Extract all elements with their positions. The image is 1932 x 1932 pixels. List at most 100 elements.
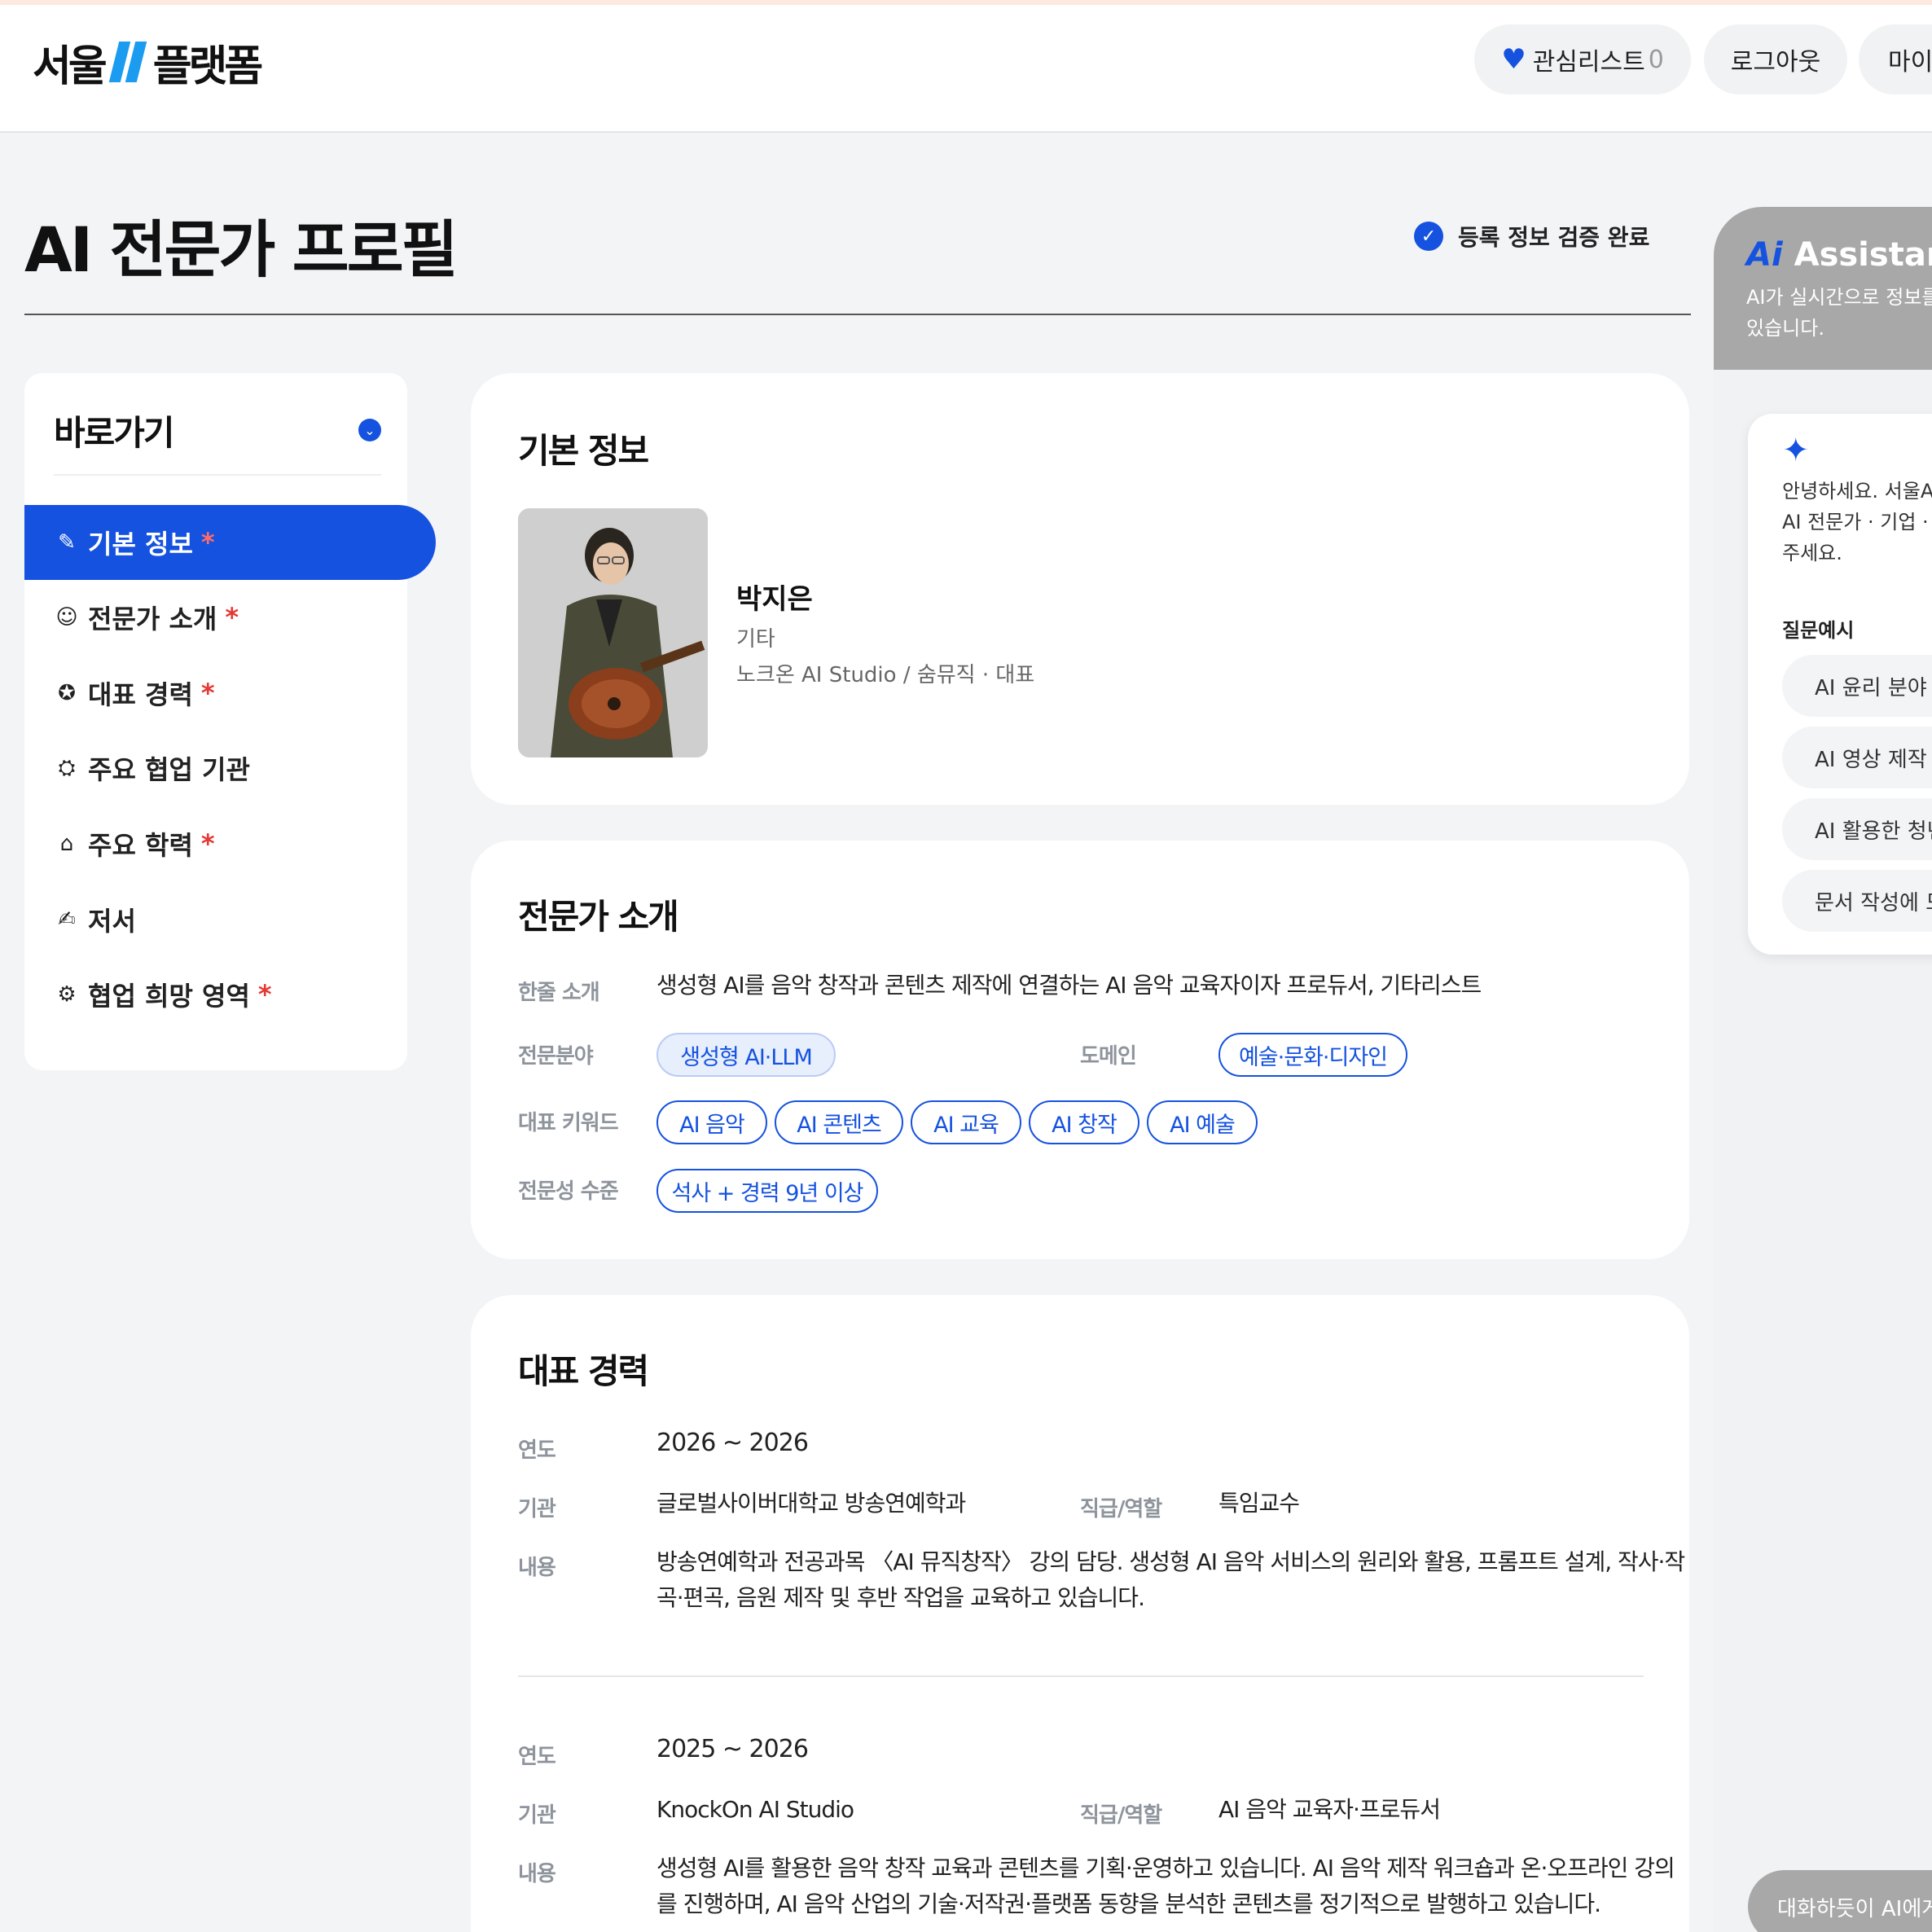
shortcut-item-label: 주요 학력: [88, 830, 193, 861]
logout-button[interactable]: 로그아웃: [1704, 24, 1847, 94]
example-question-button[interactable]: AI 영상 제작 솔: [1782, 727, 1932, 788]
sparkle-icon: ✦: [1782, 432, 1810, 469]
expert-intro-card: 전문가 소개 한줄 소개 생성형 AI를 음악 창작과 콘텐츠 제작에 연결하는…: [471, 841, 1689, 1259]
verified-status: ✓ 등록 정보 검증 완료: [1414, 220, 1649, 252]
content-label: 내용: [518, 1556, 556, 1580]
assistant-greeting: 안녕하세요. 서울AI AI 전문가 · 기업 · 정 주세요.: [1782, 476, 1932, 569]
mypage-button[interactable]: 마이: [1859, 24, 1932, 94]
assistant-title-rest: Assistant: [1794, 236, 1932, 274]
expert-category: 기타: [736, 627, 775, 652]
career-org: KnockOn AI Studio: [656, 1796, 854, 1823]
expert-name: 박지은: [736, 583, 813, 616]
shortcut-item-label: 협업 희망 영역: [88, 981, 250, 1012]
domain-label: 도메인: [1080, 1044, 1137, 1069]
content-label: 내용: [518, 1862, 556, 1886]
assistant-description-line: AI가 실시간으로 정보를: [1746, 286, 1932, 309]
assistant-title: Ai Assistant: [1746, 236, 1932, 274]
assistant-message-card: ✦ 안녕하세요. 서울AI AI 전문가 · 기업 · 정 주세요. 질문예시 …: [1748, 414, 1932, 955]
required-mark: *: [200, 527, 215, 558]
career-org: 글로벌사이버대학교 방송연예학과: [656, 1490, 966, 1517]
keyword-chip: AI 교육: [911, 1100, 1021, 1144]
shortcut-item-partners[interactable]: ⛭ 주요 협업 기관: [24, 731, 407, 806]
required-mark: *: [225, 602, 239, 633]
expertise-level-label: 전문성 수준: [518, 1179, 619, 1204]
career-card: 대표 경력 연도 2026 ~ 2026 기관 글로벌사이버대학교 방송연예학과…: [471, 1295, 1689, 1932]
required-mark: *: [200, 828, 215, 859]
one-line-intro-label: 한줄 소개: [518, 981, 600, 1005]
role-label: 직급/역할: [1080, 1803, 1162, 1828]
pencil-icon: ✎: [58, 530, 76, 555]
shortcut-item-basic-info[interactable]: ✎ 기본 정보 *: [24, 505, 436, 580]
assistant-description-line: 있습니다.: [1746, 317, 1824, 340]
section-title-basic-info: 기본 정보: [518, 431, 649, 471]
career-content-line: 를 진행하며, AI 음악 산업의 기술·저작권·플랫폼 동향을 분석한 콘텐츠…: [656, 1890, 1601, 1917]
example-question-button[interactable]: 문서 작성에 도: [1782, 870, 1932, 932]
heart-icon: ♥: [1501, 43, 1526, 76]
one-line-intro-value: 생성형 AI를 음악 창작과 콘텐츠 제작에 연결하는 AI 음악 교육자이자 …: [656, 972, 1482, 999]
assistant-greeting-line: 안녕하세요. 서울AI: [1782, 480, 1932, 503]
required-mark: *: [200, 678, 215, 709]
shortcut-item-expert-intro[interactable]: ☺ 전문가 소개 *: [24, 580, 407, 655]
shortcut-item-label: 대표 경력: [88, 679, 193, 710]
settings-plus-icon: ⚙: [57, 982, 77, 1007]
shortcut-item-career[interactable]: ✪ 대표 경력 *: [24, 656, 407, 731]
signature-icon: ✍: [58, 907, 76, 932]
logo-ai-mark-icon: [108, 42, 147, 82]
shortcut-title: 바로가기: [54, 413, 175, 453]
career-year: 2026 ~ 2026: [656, 1429, 809, 1457]
career-year: 2025 ~ 2026: [656, 1735, 809, 1763]
site-logo[interactable]: 서울 플랫폼: [33, 37, 263, 91]
shortcut-item-publications[interactable]: ✍ 저서: [24, 882, 407, 957]
watchlist-count: 0: [1648, 45, 1664, 74]
award-icon: ✪: [58, 681, 76, 705]
shortcut-item-label: 저서: [88, 906, 136, 937]
shortcut-item-label: 주요 협업 기관: [88, 754, 250, 785]
example-question-button[interactable]: AI 윤리 분야 전: [1782, 655, 1932, 717]
year-label: 연도: [518, 1745, 556, 1769]
career-role: AI 음악 교육자·프로듀서: [1218, 1796, 1441, 1823]
expertise-level-chip: 석사 + 경력 9년 이상: [656, 1169, 878, 1213]
verified-label: 등록 정보 검증 완료: [1458, 224, 1650, 251]
assistant-chat-input[interactable]: 대화하듯이 AI에게: [1748, 1870, 1932, 1932]
profile-photo: [518, 508, 708, 757]
keyword-chip: AI 예술: [1147, 1100, 1258, 1144]
ai-assistant-panel: Ai Assistant AI가 실시간으로 정보를 있습니다. ✦ 안녕하세요…: [1714, 207, 1932, 1932]
year-label: 연도: [518, 1438, 556, 1463]
shortcut-item-education[interactable]: ⌂ 주요 학력 *: [24, 806, 407, 881]
assistant-greeting-line: AI 전문가 · 기업 · 정: [1782, 511, 1932, 533]
required-mark: *: [257, 979, 272, 1010]
person-with-guitar-image: [518, 508, 708, 757]
handshake-icon: ⛭: [58, 755, 76, 780]
expert-affiliation: 노크온 AI Studio / 숨뮤직 · 대표: [736, 663, 1035, 687]
career-divider: [518, 1675, 1644, 1677]
keyword-chip: AI 음악: [656, 1100, 767, 1144]
org-label: 기관: [518, 1803, 556, 1828]
basic-info-card: 기본 정보 박지은 기타 노크온 AI Studio / 숨뮤직 · 대표: [471, 373, 1689, 805]
example-question-button[interactable]: AI 활용한 청년: [1782, 798, 1932, 860]
assistant-description: AI가 실시간으로 정보를 있습니다.: [1746, 282, 1932, 344]
shortcut-item-collab-areas[interactable]: ⚙ 협업 희망 영역 *: [24, 957, 407, 1032]
check-circle-icon: ✓: [1414, 222, 1443, 251]
assistant-greeting-line: 주세요.: [1782, 542, 1842, 564]
logo-text-left: 서울: [33, 42, 108, 91]
shortcut-header[interactable]: 바로가기 ⌄: [54, 406, 381, 476]
title-divider: [24, 314, 1691, 315]
user-circle-icon: ☺: [55, 605, 78, 630]
watchlist-button[interactable]: ♥ 관심리스트 0: [1474, 24, 1691, 94]
keywords-label: 대표 키워드: [518, 1111, 619, 1135]
chevron-down-icon[interactable]: ⌄: [358, 419, 381, 441]
graduation-cap-icon: ⌂: [59, 832, 74, 856]
site-header: 서울 플랫폼 ♥ 관심리스트 0 로그아웃 마이: [0, 5, 1932, 133]
career-content-line: 생성형 AI를 활용한 음악 창작 교육과 콘텐츠를 기획·운영하고 있습니다.…: [656, 1855, 1675, 1882]
career-content-line: 방송연예학과 전공과목 〈AI 뮤직창작〉 강의 담당. 생성형 AI 음악 서…: [656, 1548, 1685, 1575]
shortcut-item-label: 전문가 소개: [88, 604, 217, 634]
role-label: 직급/역할: [1080, 1497, 1162, 1521]
page-title: AI 전문가 프로필: [24, 213, 459, 286]
domain-chip: 예술·문화·디자인: [1218, 1033, 1407, 1077]
career-role: 특임교수: [1218, 1490, 1300, 1517]
question-examples-label: 질문예시: [1782, 619, 1855, 642]
career-content-line: 곡·편곡, 음원 제작 및 후반 작업을 교육하고 있습니다.: [656, 1584, 1145, 1611]
org-label: 기관: [518, 1497, 556, 1521]
logo-text-right: 플랫폼: [152, 42, 264, 91]
section-title-expert-intro: 전문가 소개: [518, 897, 679, 937]
